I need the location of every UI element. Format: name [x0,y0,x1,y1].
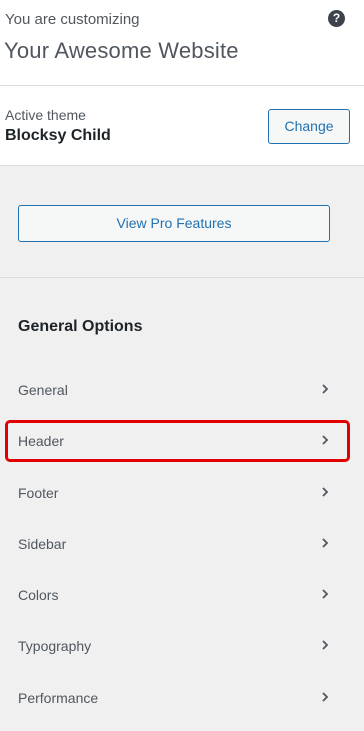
chevron-right-icon [322,384,329,394]
section-title: General Options [18,318,143,335]
menu-item-footer[interactable]: Footer [0,473,364,513]
menu-item-colors[interactable]: Colors [0,575,364,615]
chevron-right-icon [322,487,329,497]
customizer-header: You are customizing Your Awesome Website… [0,0,364,86]
change-theme-button[interactable]: Change [268,109,350,144]
menu-item-label: Performance [18,690,99,706]
site-title: Your Awesome Website [4,38,239,63]
menu-item-sidebar[interactable]: Sidebar [0,524,364,564]
chevron-right-icon [322,640,329,650]
chevron-right-icon [322,589,329,599]
customizing-label: You are customizing [5,11,140,28]
menu-item-label: General [18,382,68,398]
menu-item-general[interactable]: General [0,370,364,410]
section-divider [0,277,364,278]
menu-item-label: Header [18,433,64,449]
chevron-right-icon [322,435,329,445]
active-theme-name: Blocksy Child [5,127,111,144]
menu-item-header[interactable]: Header [0,421,364,461]
active-theme-panel: Active theme Blocksy Child Change [0,86,364,166]
menu-item-label: Colors [18,587,59,603]
help-icon[interactable]: ? [328,10,345,27]
chevron-right-icon [322,538,329,548]
view-pro-features-button[interactable]: View Pro Features [18,205,330,242]
menu-item-label: Footer [18,485,59,501]
menu-item-typography[interactable]: Typography [0,626,364,666]
active-theme-label: Active theme [5,107,86,123]
chevron-right-icon [322,692,329,702]
menu-item-performance[interactable]: Performance [0,678,364,718]
menu-item-label: Sidebar [18,536,67,552]
menu-item-label: Typography [18,638,92,654]
